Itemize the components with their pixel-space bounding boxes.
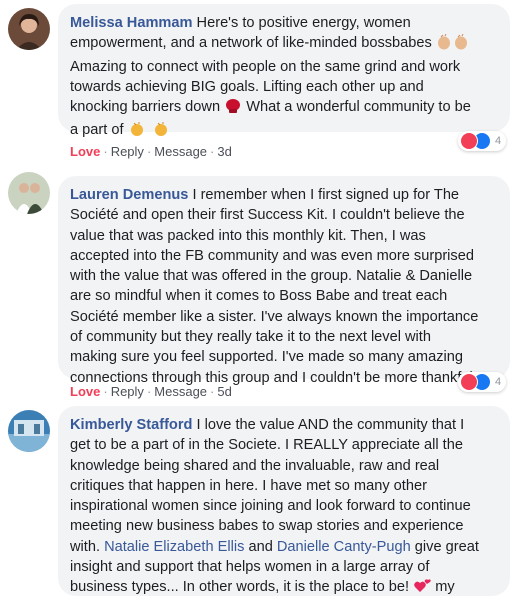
mention-link[interactable]: Natalie Elizabeth Ellis <box>104 539 244 555</box>
avatar[interactable] <box>8 8 50 50</box>
comment-actions: Love · Reply · Message · 5d <box>70 384 232 399</box>
comment-text: inspirational women since joining and lo… <box>70 498 471 515</box>
reaction-summary[interactable]: 4 <box>458 372 507 392</box>
reaction-count: 4 <box>495 135 502 147</box>
comment-text: get to be a part of in the Societe. I RE… <box>70 437 463 454</box>
comment-text: a part of <box>70 122 124 139</box>
timestamp[interactable]: 3d <box>217 144 231 159</box>
heart-icon <box>460 373 478 391</box>
comment-text: I love the value AND the community that … <box>192 417 465 433</box>
comment-bubble: Lauren Demenus I remember when I first s… <box>58 176 510 386</box>
comment-text: Société and open their first Success Kit… <box>70 207 465 224</box>
avatar[interactable] <box>8 410 50 452</box>
comment-text: Here's to positive energy, women <box>192 15 411 31</box>
comment-text: accepted into the FB community and was e… <box>70 247 474 264</box>
timestamp[interactable]: 5d <box>217 384 231 399</box>
comment-text: knowledge being shared and the invaluabl… <box>70 457 440 474</box>
reply-button[interactable]: Reply <box>111 384 144 399</box>
comment-text: What a wonderful community to be <box>242 99 471 116</box>
reaction-summary[interactable]: 4 <box>458 131 507 151</box>
comment-bubble: Kimberly Stafford I love the value AND t… <box>58 406 510 596</box>
comment-text: critiques that happen in here. I have me… <box>70 477 427 494</box>
love-button[interactable]: Love <box>70 144 100 159</box>
comment-text: and <box>244 538 277 555</box>
heart-icon <box>460 132 478 150</box>
message-button[interactable]: Message <box>154 384 207 399</box>
comment-text: give great <box>410 538 479 555</box>
comment-text: I remember when I first signed up for Th… <box>188 187 460 203</box>
mention-link[interactable]: Danielle Canty-Pugh <box>277 539 411 555</box>
comment-bubble: Melissa Hammam Here's to positive energy… <box>58 4 510 138</box>
comment-text: of community but they really take it to … <box>70 329 431 346</box>
clapping-hands-emoji <box>436 34 470 56</box>
comment-text: business types... In other words, it is … <box>70 579 410 596</box>
comment-author[interactable]: Kimberly Stafford <box>70 417 192 433</box>
comment-text: value that was packed into this monthly … <box>70 227 426 244</box>
message-button[interactable]: Message <box>154 144 207 159</box>
comment-text: meeting new business babes to swap stori… <box>70 518 464 535</box>
avatar[interactable] <box>8 172 50 214</box>
reaction-count: 4 <box>495 376 502 388</box>
boxing-glove-emoji <box>224 98 242 120</box>
clap-emoji <box>128 121 172 143</box>
comment-text: knocking barriers down <box>70 99 221 116</box>
comment-text: insight and support that helps women in … <box>70 559 430 576</box>
comment-actions: Love · Reply · Message · 3d <box>70 144 232 159</box>
comment-text: making sure you feel supported. I've mad… <box>70 349 463 366</box>
comment-text: Société member like a sister. I've alway… <box>70 308 479 325</box>
comment-author[interactable]: Lauren Demenus <box>70 187 188 203</box>
love-button[interactable]: Love <box>70 384 100 399</box>
comment-text: my <box>431 579 455 596</box>
comment-text: are so mindful when it comes to Boss Bab… <box>70 288 448 305</box>
comment-text: Amazing to connect with people on the sa… <box>70 58 461 75</box>
comment-text: empowerment, and a network of like-minde… <box>70 35 432 52</box>
comment-text: towards achieving BIG goals. Lifting eac… <box>70 78 424 95</box>
comment-author[interactable]: Melissa Hammam <box>70 15 193 31</box>
comment-text: with the value that was offered in the g… <box>70 268 473 285</box>
comment-text: with. <box>70 538 105 555</box>
reply-button[interactable]: Reply <box>111 144 144 159</box>
